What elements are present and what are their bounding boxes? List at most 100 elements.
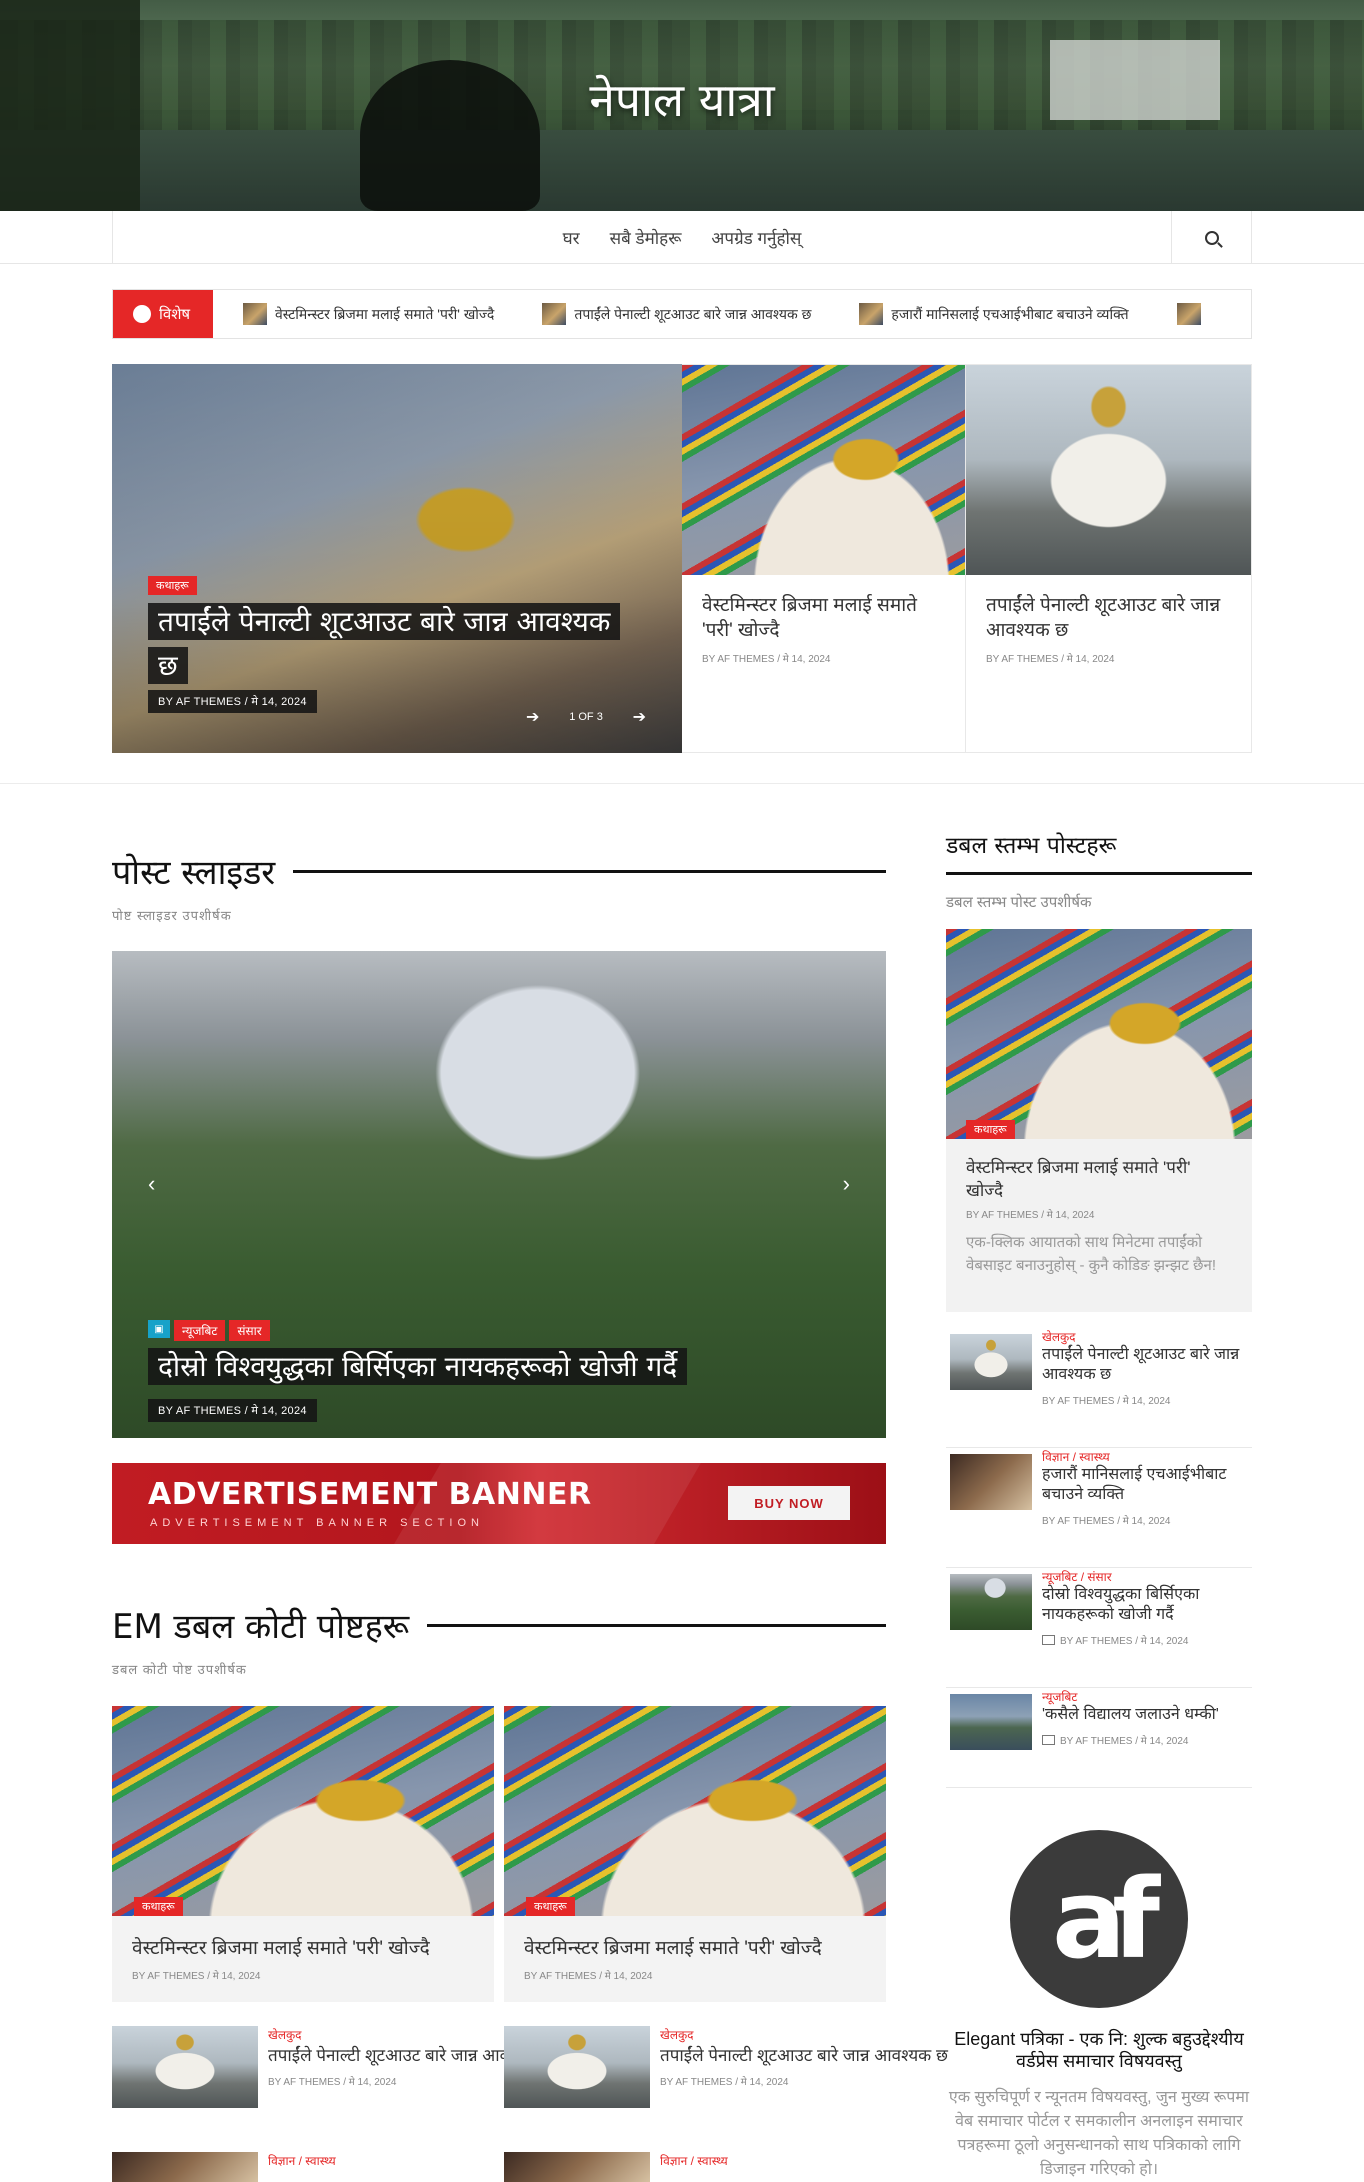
meta-text: BY AF THEMES / मे 14, 2024 [1042,1396,1171,1407]
double-category-title: EM डबल कोटी पोष्टहरू [112,1607,410,1647]
slider-prev-icon[interactable]: ‹ [148,1171,155,1197]
featured-main-slide[interactable]: कथाहरू तपाईंले पेनाल्टी शूटआउट बारे जान्… [112,364,682,753]
advertisement-banner[interactable]: ADVERTISEMENT BANNER ADVERTISEMENT BANNE… [112,1463,886,1544]
category-badge[interactable]: कथाहरू [148,576,197,595]
next-arrow-icon[interactable]: ➔ [633,707,646,727]
list-item-body: विज्ञान / स्वास्थ्य [268,2152,336,2182]
sidebar-list-thumbnail[interactable] [950,1334,1032,1390]
featured-card-title[interactable]: वेस्टमिन्स्टर ब्रिजमा मलाई समाते 'परी' ख… [682,575,965,643]
featured-card-title[interactable]: तपाईंले पेनाल्टी शूटआउट बारे जान्न आवश्य… [966,575,1251,643]
post-card-image[interactable]: कथाहरू [112,1706,494,1916]
ticker-thumbnail [859,303,884,325]
list-item-category[interactable]: विज्ञान / स्वास्थ्य [660,2152,728,2169]
sidebar-list-category[interactable]: विज्ञान / स्वास्थ्य [1042,1448,1248,1465]
post-slider-post-title[interactable]: दोस्रो विश्वयुद्धका बिर्सिएका नायकहरूको … [148,1348,688,1385]
sidebar-list-meta: BY AF THEMES / मे 14, 2024 [1042,1633,1248,1647]
category-badge[interactable]: कथाहरू [526,1897,575,1916]
list-item-thumbnail[interactable] [504,2026,650,2108]
sidebar-list-title[interactable]: 'कसैले विद्यालय जलाउने धम्की' [1042,1705,1248,1725]
list-item[interactable]: विज्ञान / स्वास्थ्य [504,2152,728,2182]
list-item[interactable]: खेलकुद तपाईंले पेनाल्टी शूटआउट बारे जान्… [112,2026,556,2108]
ticker-badge-label: विशेष [159,306,191,323]
post-card[interactable]: कथाहरू वेस्टमिन्स्टर ब्रिजमा मलाई समाते … [112,1706,494,2002]
category-badge[interactable]: कथाहरू [134,1897,183,1916]
list-item-body: विज्ञान / स्वास्थ्य [660,2152,728,2182]
ticker-thumbnail [243,303,267,325]
site-title[interactable]: नेपाल यात्रा [0,68,1364,130]
category-badge[interactable]: न्यूजबिट [174,1320,226,1341]
search-button[interactable] [1171,211,1251,264]
featured-card[interactable]: तपाईंले पेनाल्टी शूटआउट बारे जान्न आवश्य… [966,364,1252,753]
section-divider [0,783,1364,784]
sidebar-list-item[interactable]: न्यूजबिट / संसार दोस्रो विश्वयुद्धका बिर… [946,1568,1252,1688]
nav-item-upgrade[interactable]: अपग्रेड गर्नुहोस् [711,226,801,249]
ticker-item[interactable]: वेस्टमिन्स्टर ब्रिजमा मलाई समाते 'परी' ख… [243,303,494,325]
ticker-item[interactable] [1176,303,1201,325]
buy-now-button[interactable]: BUY NOW [728,1486,850,1520]
post-card-title[interactable]: वेस्टमिन्स्टर ब्रिजमा मलाई समाते 'परी' ख… [504,1916,886,1960]
sidebar-list-item[interactable]: खेलकुद तपाईंले पेनाल्टी शूटआउट बारे जान्… [946,1328,1252,1448]
list-item[interactable]: खेलकुद तपाईंले पेनाल्टी शूटआउट बारे जान्… [504,2026,948,2108]
post-card-meta: BY AF THEMES / मे 14, 2024 [132,1971,261,1982]
sidebar-list-title[interactable]: हजारौं मानिसलाई एचआईभीबाट बचाउने व्यक्ति [1042,1465,1248,1505]
meta-text: BY AF THEMES / मे 14, 2024 [1060,1636,1189,1647]
featured-card-image[interactable] [682,365,965,575]
list-item-category[interactable]: विज्ञान / स्वास्थ्य [268,2152,336,2169]
featured-card-image[interactable] [966,365,1251,575]
sidebar-list-title[interactable]: दोस्रो विश्वयुद्धका बिर्सिएका नायकहरूको … [1042,1585,1248,1625]
about-description: एक सुरुचिपूर्ण र न्यूनतम विषयवस्तु, जुन … [948,2089,1250,2178]
featured-card[interactable]: वेस्टमिन्स्टर ब्रिजमा मलाई समाते 'परी' ख… [682,364,966,753]
af-logo-text: af [1051,1855,1160,1983]
post-slider-title-wrap: दोस्रो विश्वयुद्धका बिर्सिएका नायकहरूको … [148,1345,848,1389]
header-lake [0,130,1364,211]
list-item[interactable]: विज्ञान / स्वास्थ्य [112,2152,336,2182]
list-item-category[interactable]: खेलकुद [660,2026,948,2043]
search-icon [1204,230,1219,245]
sidebar-list-category[interactable]: खेलकुद [1042,1328,1248,1345]
sidebar-featured-meta: BY AF THEMES / मे 14, 2024 [966,1210,1095,1221]
ticker-item[interactable]: तपाईंले पेनाल्टी शूटआउट बारे जान्न आवश्य… [542,303,811,325]
sidebar-list-thumbnail[interactable] [950,1694,1032,1750]
double-category-subtitle: डबल कोटी पोष्ट उपशीर्षक [112,1662,247,1677]
post-card[interactable]: कथाहरू वेस्टमिन्स्टर ब्रिजमा मलाई समाते … [504,1706,886,2002]
sidebar-list-category[interactable]: न्यूजबिट / संसार [1042,1568,1248,1585]
post-card-title[interactable]: वेस्टमिन्स्टर ब्रिजमा मलाई समाते 'परी' ख… [112,1916,494,1960]
category-badge[interactable]: कथाहरू [966,1120,1015,1139]
ticker-thumbnail [1176,303,1201,325]
post-slider-subtitle: पोष्ट स्लाइडर उपशीर्षक [112,908,232,923]
list-item-thumbnail[interactable] [112,2152,258,2182]
ticker-thumbnail [542,303,567,325]
sidebar-list-item[interactable]: विज्ञान / स्वास्थ्य हजारौं मानिसलाई एचआई… [946,1448,1252,1568]
list-item-title[interactable]: तपाईंले पेनाल्टी शूटआउट बारे जान्न आवश्य… [660,2045,948,2066]
featured-main-title[interactable]: तपाईंले पेनाल्टी शूटआउट बारे जान्न आवश्य… [148,603,621,684]
list-item-thumbnail[interactable] [112,2026,258,2108]
ticker-badge: विशेष [113,290,213,338]
category-badge[interactable]: संसार [229,1320,270,1341]
post-slider[interactable]: ‹ › ▣ न्यूजबिट संसार दोस्रो विश्वयुद्धका… [112,951,886,1438]
list-item-meta: BY AF THEMES / मे 14, 2024 [660,2077,789,2088]
ticker-item[interactable]: हजारौं मानिसलाई एचआईभीबाट बचाउने व्यक्ति [859,303,1129,325]
main-navigation: घर सबै डेमोहरू अपग्रेड गर्नुहोस् [0,211,1364,264]
sidebar-list-title[interactable]: तपाईंले पेनाल्टी शूटआउट बारे जान्न आवश्य… [1042,1345,1248,1385]
slider-next-icon[interactable]: › [843,1171,850,1197]
ticker-item-title: हजारौं मानिसलाई एचआईभीबाट बचाउने व्यक्ति [891,305,1129,322]
sidebar-list-item[interactable]: न्यूजबिट 'कसैले विद्यालय जलाउने धम्की' B… [946,1688,1252,1788]
prev-arrow-icon[interactable]: ➔ [526,707,539,727]
sidebar-list-thumbnail[interactable] [950,1454,1032,1510]
featured-card-meta: BY AF THEMES / मे 14, 2024 [986,654,1115,665]
meta-text: BY AF THEMES / मे 14, 2024 [1042,1516,1171,1527]
sidebar-list-meta: BY AF THEMES / मे 14, 2024 [1042,1513,1248,1527]
post-card-image[interactable]: कथाहरू [504,1706,886,1916]
sidebar-list-category[interactable]: न्यूजबिट [1042,1688,1248,1705]
sidebar-featured-title[interactable]: वेस्टमिन्स्टर ब्रिजमा मलाई समाते 'परी' ख… [946,1139,1252,1201]
sidebar-list-body: न्यूजबिट 'कसैले विद्यालय जलाउने धम्की' B… [1042,1688,1248,1747]
image-format-icon [1042,1635,1055,1645]
nav-item-home[interactable]: घर [563,226,580,249]
sidebar-featured-post[interactable]: कथाहरू वेस्टमिन्स्टर ब्रिजमा मलाई समाते … [946,929,1252,1312]
list-item-thumbnail[interactable] [504,2152,650,2182]
image-format-icon: ▣ [148,1320,170,1338]
sidebar-list-thumbnail[interactable] [950,1574,1032,1630]
nav-item-all-demos[interactable]: सबै डेमोहरू [610,226,682,249]
sidebar-list-body: खेलकुद तपाईंले पेनाल्टी शूटआउट बारे जान्… [1042,1328,1248,1407]
sidebar-featured-image[interactable]: कथाहरू [946,929,1252,1139]
